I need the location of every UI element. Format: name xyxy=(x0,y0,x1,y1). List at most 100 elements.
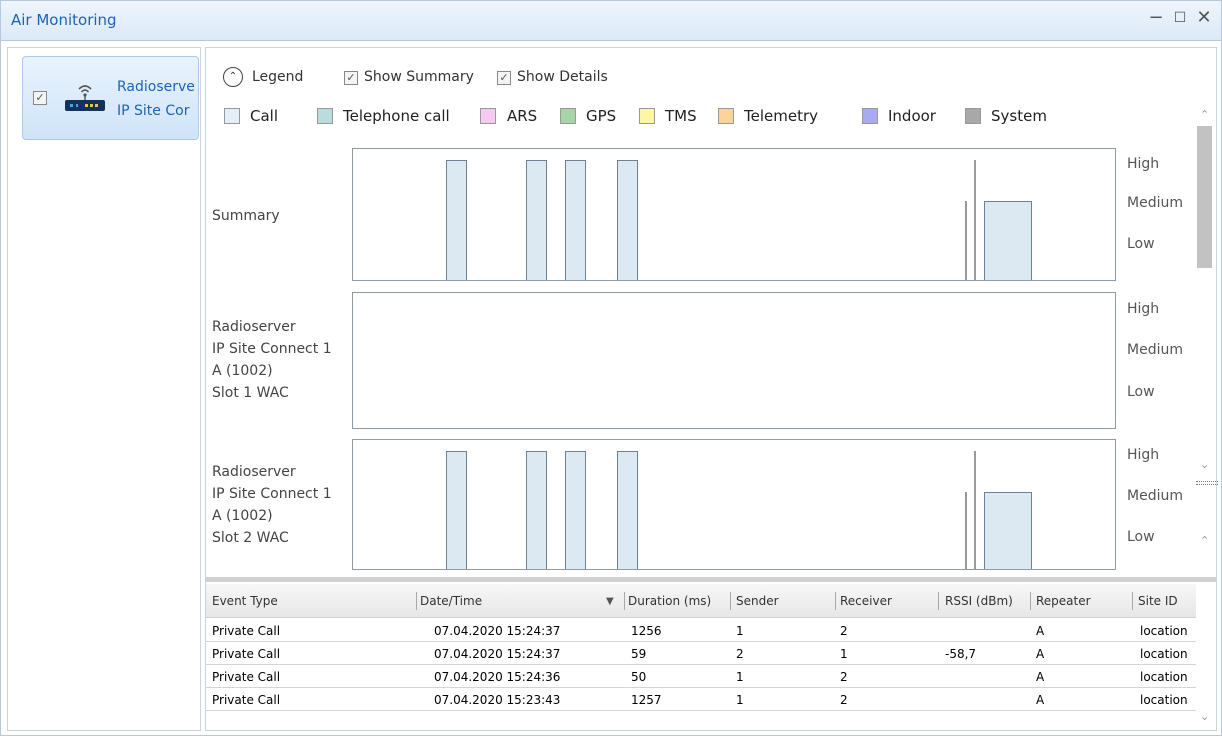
chart-label-slot1: Radioserver IP Site Connect 1 A (1002) S… xyxy=(212,316,332,404)
show-details-checkbox[interactable]: ✓ xyxy=(497,71,511,85)
chart-label-line: Slot 2 WAC xyxy=(212,530,289,546)
chart-label-summary: Summary xyxy=(212,205,280,227)
table-row[interactable]: Private Call 07.04.2020 15:24:37 1256 1 … xyxy=(206,620,1196,642)
scroll-down-icon[interactable]: ⌄ xyxy=(1200,710,1209,723)
legend-label-telemetry: Telemetry xyxy=(744,107,819,125)
cell-rssi: -58,7 xyxy=(945,647,977,661)
show-summary-label[interactable]: Show Summary xyxy=(364,69,474,85)
legend-swatch-tms xyxy=(639,108,655,124)
column-header-rssi[interactable]: RSSI (dBm) xyxy=(945,594,1013,608)
legend-label-tms: TMS xyxy=(665,107,697,125)
cell-repeater: A xyxy=(1036,693,1045,707)
level-medium: Medium xyxy=(1127,195,1183,211)
chart-label-line: A (1002) xyxy=(212,363,273,379)
column-header-date-time[interactable]: Date/Time xyxy=(420,594,482,608)
slot1-chart[interactable] xyxy=(352,292,1116,429)
cell-receiver: 2 xyxy=(840,693,848,707)
call-bar[interactable] xyxy=(984,201,1032,280)
chart-label-line: Radioserver xyxy=(212,319,296,335)
cell-receiver: 2 xyxy=(840,670,848,684)
column-separator xyxy=(1030,592,1031,610)
column-header-receiver[interactable]: Receiver xyxy=(840,594,892,608)
column-header-site-id[interactable]: Site ID xyxy=(1138,594,1178,608)
cell-date-time: 07.04.2020 15:24:37 xyxy=(434,624,561,638)
table-row[interactable]: Private Call 07.04.2020 15:23:43 1257 1 … xyxy=(206,689,1196,711)
device-list-pane: ✓ Radioserve IP Site Cor xyxy=(7,47,201,731)
cell-date-time: 07.04.2020 15:24:36 xyxy=(434,670,561,684)
cell-sender: 1 xyxy=(736,624,744,638)
call-bar[interactable] xyxy=(617,160,638,280)
table-header: Event Type Date/Time ▼ Duration (ms) Sen… xyxy=(206,584,1196,618)
splitter-grip-icon[interactable] xyxy=(1196,481,1218,485)
cell-sender: 2 xyxy=(736,647,744,661)
close-button[interactable]: ✕ xyxy=(1193,7,1215,28)
cell-event-type: Private Call xyxy=(212,693,281,707)
cell-site-id: location xyxy=(1140,670,1188,684)
level-high: High xyxy=(1127,156,1160,172)
level-high: High xyxy=(1127,447,1160,463)
system-tick xyxy=(974,451,976,569)
call-bar[interactable] xyxy=(565,160,586,280)
chart-label-line: A (1002) xyxy=(212,508,273,524)
legend-label[interactable]: Legend xyxy=(252,69,303,85)
chart-label-line: Radioserver xyxy=(212,464,296,480)
call-bar[interactable] xyxy=(565,451,586,569)
cell-repeater: A xyxy=(1036,624,1045,638)
charts-scrollbar-thumb[interactable] xyxy=(1197,126,1212,268)
device-item-radioserver[interactable]: ✓ Radioserve IP Site Cor xyxy=(22,56,199,140)
cell-event-type: Private Call xyxy=(212,670,281,684)
device-checkbox[interactable]: ✓ xyxy=(33,91,47,105)
column-header-duration[interactable]: Duration (ms) xyxy=(628,594,711,608)
charts-scrollbar[interactable]: ⌃ ⌄ xyxy=(1196,102,1212,477)
column-header-sender[interactable]: Sender xyxy=(736,594,779,608)
slot2-chart[interactable] xyxy=(352,439,1116,570)
scroll-down-icon[interactable]: ⌄ xyxy=(1200,458,1209,471)
table-scrollbar[interactable]: ⌃ ⌄ xyxy=(1196,534,1214,730)
minimize-button[interactable]: − xyxy=(1145,7,1167,28)
cell-event-type: Private Call xyxy=(212,647,281,661)
legend-swatch-telephone-call xyxy=(317,108,333,124)
sort-descending-icon[interactable]: ▼ xyxy=(606,596,614,607)
level-low: Low xyxy=(1127,384,1155,400)
table-row[interactable]: Private Call 07.04.2020 15:24:36 50 1 2 … xyxy=(206,666,1196,688)
air-monitoring-window: Air Monitoring − ☐ ✕ ✓ Radioserve IP Sit… xyxy=(0,0,1222,736)
system-tick xyxy=(965,492,967,569)
legend-collapse-button[interactable]: ⌃ xyxy=(223,67,243,87)
cell-event-type: Private Call xyxy=(212,624,281,638)
radio-router-icon xyxy=(65,85,105,111)
cell-date-time: 07.04.2020 15:24:37 xyxy=(434,647,561,661)
column-separator xyxy=(1132,592,1133,610)
chart-label-line: Summary xyxy=(212,208,280,224)
cell-duration: 1257 xyxy=(631,693,662,707)
scroll-up-icon[interactable]: ⌃ xyxy=(1200,108,1209,121)
level-low: Low xyxy=(1127,236,1155,252)
chart-label-line: Slot 1 WAC xyxy=(212,385,289,401)
call-bar[interactable] xyxy=(526,160,547,280)
column-separator xyxy=(624,592,625,610)
device-name-line2: IP Site Cor xyxy=(117,103,190,119)
show-details-label[interactable]: Show Details xyxy=(517,69,608,85)
cell-repeater: A xyxy=(1036,670,1045,684)
maximize-button[interactable]: ☐ xyxy=(1169,10,1191,26)
legend-swatch-telemetry xyxy=(718,108,734,124)
call-bar[interactable] xyxy=(617,451,638,569)
summary-chart[interactable] xyxy=(352,148,1116,281)
cell-date-time: 07.04.2020 15:23:43 xyxy=(434,693,561,707)
call-bar[interactable] xyxy=(446,160,467,280)
cell-site-id: location xyxy=(1140,693,1188,707)
level-low: Low xyxy=(1127,529,1155,545)
cell-receiver: 2 xyxy=(840,624,848,638)
legend-label-indoor: Indoor xyxy=(888,107,936,125)
legend-label-system: System xyxy=(991,107,1047,125)
pane-splitter[interactable] xyxy=(206,577,1216,582)
table-row[interactable]: Private Call 07.04.2020 15:24:37 59 2 1 … xyxy=(206,643,1196,665)
legend-swatch-ars xyxy=(480,108,496,124)
column-separator xyxy=(938,592,939,610)
call-bar[interactable] xyxy=(526,451,547,569)
show-summary-checkbox[interactable]: ✓ xyxy=(344,71,358,85)
call-bar[interactable] xyxy=(984,492,1032,569)
column-header-event-type[interactable]: Event Type xyxy=(212,594,278,608)
call-bar[interactable] xyxy=(446,451,467,569)
column-header-repeater[interactable]: Repeater xyxy=(1036,594,1091,608)
scroll-up-icon[interactable]: ⌃ xyxy=(1200,534,1209,547)
